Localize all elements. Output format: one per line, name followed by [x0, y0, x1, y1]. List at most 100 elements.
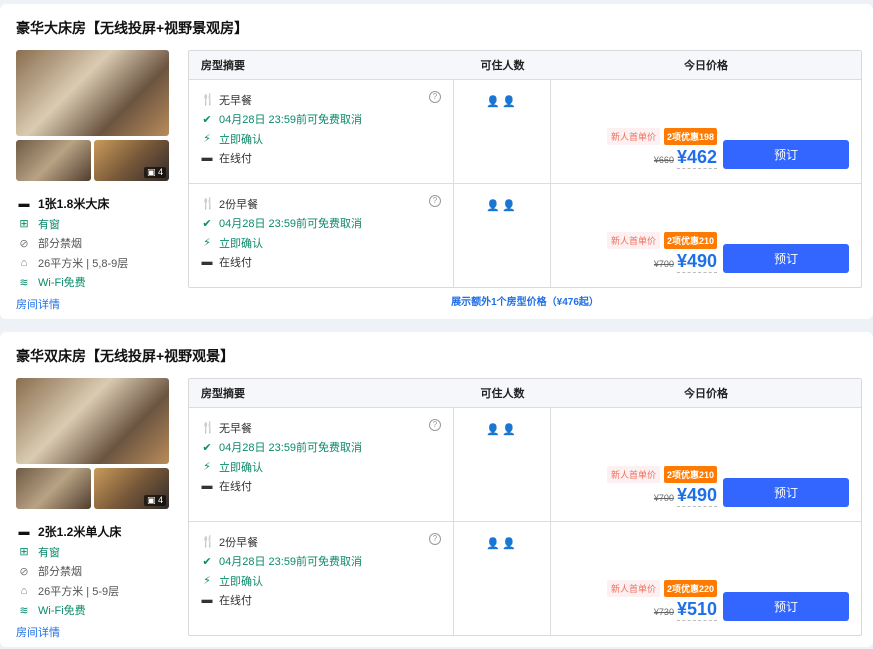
no-smoking-icon: ⊘	[19, 237, 29, 250]
help-icon[interactable]: ?	[429, 91, 441, 103]
rate-summary: 🍴 2份早餐 ✔ 04月28日 23:59前可免费取消 ⚡ 立即确认 ▬ 在线付?	[189, 522, 454, 635]
perk-label: 无早餐	[219, 422, 252, 435]
perk-label: 2份早餐	[219, 198, 259, 211]
window-icon: ⊞	[19, 218, 29, 231]
header-summary: 房型摘要	[201, 60, 245, 72]
photo-thumbnails: ▣ 4	[16, 140, 169, 181]
book-button[interactable]: 预订	[723, 140, 849, 169]
price-tags: 新人首单价 2项优惠210	[606, 466, 717, 483]
facility-label: 1张1.8米大床	[38, 197, 110, 211]
area-icon: ⌂	[20, 584, 28, 597]
facility-bed: ▬ 1张1.8米大床	[16, 193, 176, 214]
prices: ¥730 ¥510	[654, 599, 717, 621]
book-button[interactable]: 预订	[723, 244, 849, 273]
original-price: ¥660	[653, 155, 674, 165]
rate-table: 房型摘要 可住人数 今日价格 🍴 无早餐 ✔ 04月28日 23:59前可免费取消 ⚡ 立即确认…	[188, 378, 862, 636]
price-info: 新人首单价 2项优惠220 ¥730 ¥510	[606, 580, 717, 621]
window-icon: ⊞	[19, 546, 29, 559]
room-main-photo[interactable]	[16, 50, 169, 136]
bed-icon: ▬	[18, 525, 30, 538]
new-user-tag: 新人首单价	[606, 128, 660, 145]
help-icon[interactable]: ?	[429, 419, 441, 431]
card-icon: ▬	[201, 480, 213, 493]
photo-count: 4	[157, 495, 163, 505]
price-tags: 新人首单价 2项优惠220	[606, 580, 717, 597]
facility-area-floor: ⌂ 26平方米 | 5-9层	[16, 581, 176, 601]
current-price[interactable]: ¥510	[676, 599, 717, 621]
perk-label: 在线付	[219, 257, 252, 270]
wifi-icon: ≋	[19, 276, 29, 289]
price-tags: 新人首单价 2项优惠210	[606, 232, 717, 249]
header-summary: 房型摘要	[201, 388, 245, 400]
perk-meal: 🍴 无早餐	[201, 418, 441, 438]
price-area: 新人首单价 2项优惠210 ¥700 ¥490 预订	[606, 466, 849, 507]
room-main-photo[interactable]	[16, 378, 169, 464]
room-details-link[interactable]: 房间详情	[16, 296, 176, 312]
perk-cancel: ✔ 04月28日 23:59前可免费取消	[201, 552, 441, 572]
card-icon: ▬	[201, 594, 213, 607]
facility-label: 26平方米 | 5,8-9层	[38, 257, 129, 270]
current-price[interactable]: ¥490	[676, 251, 717, 273]
check-circle-icon: ✔	[202, 441, 212, 454]
facility-label: 部分禁烟	[38, 566, 82, 579]
room-photos[interactable]: ▣ 4	[16, 50, 169, 181]
help-icon[interactable]: ?	[429, 195, 441, 207]
help-icon[interactable]: ?	[429, 533, 441, 545]
perk-label: 在线付	[219, 595, 252, 608]
perk-label: 04月28日 23:59前可免费取消	[219, 114, 363, 127]
facility-label: Wi-Fi免费	[38, 277, 86, 290]
rate-row: 🍴 2份早餐 ✔ 04月28日 23:59前可免费取消 ⚡ 立即确认 ▬ 在线付? 👤👤 新人首单…	[189, 521, 861, 635]
header-guests: 可住人数	[480, 388, 525, 400]
perk-label: 无早餐	[219, 94, 252, 107]
perk-meal: 🍴 无早餐	[201, 90, 441, 110]
photo-count-badge[interactable]: ▣ 4	[143, 495, 166, 506]
book-button[interactable]: 预订	[723, 478, 849, 507]
perk-cancel: ✔ 04月28日 23:59前可免费取消	[201, 214, 441, 234]
discount-tag[interactable]: 2项优惠210	[663, 466, 717, 483]
room-thumbnail[interactable]	[16, 468, 91, 509]
guest-capacity: 👤👤	[454, 522, 551, 635]
area-icon: ⌂	[20, 256, 28, 269]
lightning-icon: ⚡	[203, 133, 211, 146]
facility-smoking: ⊘ 部分禁烟	[16, 234, 176, 254]
current-price[interactable]: ¥490	[676, 485, 717, 507]
perk-pay: ▬ 在线付	[201, 591, 441, 611]
image-icon: ▣	[146, 167, 158, 177]
prices: ¥660 ¥462	[654, 147, 717, 169]
room-thumbnail[interactable]: ▣ 4	[94, 468, 169, 509]
facility-bed: ▬ 2张1.2米单人床	[16, 521, 176, 542]
price-tags: 新人首单价 2项优惠198	[606, 128, 717, 145]
new-user-tag: 新人首单价	[606, 580, 660, 597]
no-smoking-icon: ⊘	[19, 565, 29, 578]
rate-summary: 🍴 无早餐 ✔ 04月28日 23:59前可免费取消 ⚡ 立即确认 ▬ 在线付?	[189, 408, 454, 521]
prices: ¥700 ¥490	[654, 251, 717, 273]
room-facilities: ▬ 1张1.8米大床 ⊞ 有窗 ⊘ 部分禁烟 ⌂ 26平方米 | 5,8-9层 ≋ Wi-Fi免费…	[16, 193, 176, 312]
original-price: ¥730	[653, 607, 674, 617]
photo-count-badge[interactable]: ▣ 4	[143, 167, 166, 178]
discount-tag[interactable]: 2项优惠220	[663, 580, 717, 597]
current-price[interactable]: ¥462	[676, 147, 717, 169]
show-more-rates-link[interactable]: 展示额外1个房型价格（¥476起）	[188, 293, 862, 308]
guest-capacity: 👤👤	[454, 184, 551, 287]
perk-label: 在线付	[219, 153, 252, 166]
price-area: 新人首单价 2项优惠220 ¥730 ¥510 预订	[606, 580, 849, 621]
room-card: 豪华双床房【无线投屏+视野观景】 ▣ 4 ▬ 2张1.2米单人床 ⊞ 有窗 ⊘ 部分禁烟 ⌂ 26…	[0, 332, 873, 647]
new-user-tag: 新人首单价	[606, 232, 660, 249]
rate-row: 🍴 无早餐 ✔ 04月28日 23:59前可免费取消 ⚡ 立即确认 ▬ 在线付? 👤👤 新人首单价…	[189, 79, 861, 183]
discount-tag[interactable]: 2项优惠198	[663, 128, 717, 145]
perk-label: 2份早餐	[219, 536, 259, 549]
wifi-icon: ≋	[19, 604, 29, 617]
guest-capacity: 👤👤	[454, 80, 551, 183]
facility-label: 部分禁烟	[38, 238, 82, 251]
room-thumbnail[interactable]: ▣ 4	[94, 140, 169, 181]
room-photos[interactable]: ▣ 4	[16, 378, 169, 509]
rate-price-cell: 新人首单价 2项优惠198 ¥660 ¥462 预订	[551, 80, 861, 183]
book-button[interactable]: 预订	[723, 592, 849, 621]
perk-pay: ▬ 在线付	[201, 477, 441, 497]
room-thumbnail[interactable]	[16, 140, 91, 181]
discount-tag[interactable]: 2项优惠210	[663, 232, 717, 249]
guest-capacity: 👤👤	[454, 408, 551, 521]
room-details-link[interactable]: 房间详情	[16, 624, 176, 640]
check-circle-icon: ✔	[202, 555, 212, 568]
new-user-tag: 新人首单价	[606, 466, 660, 483]
